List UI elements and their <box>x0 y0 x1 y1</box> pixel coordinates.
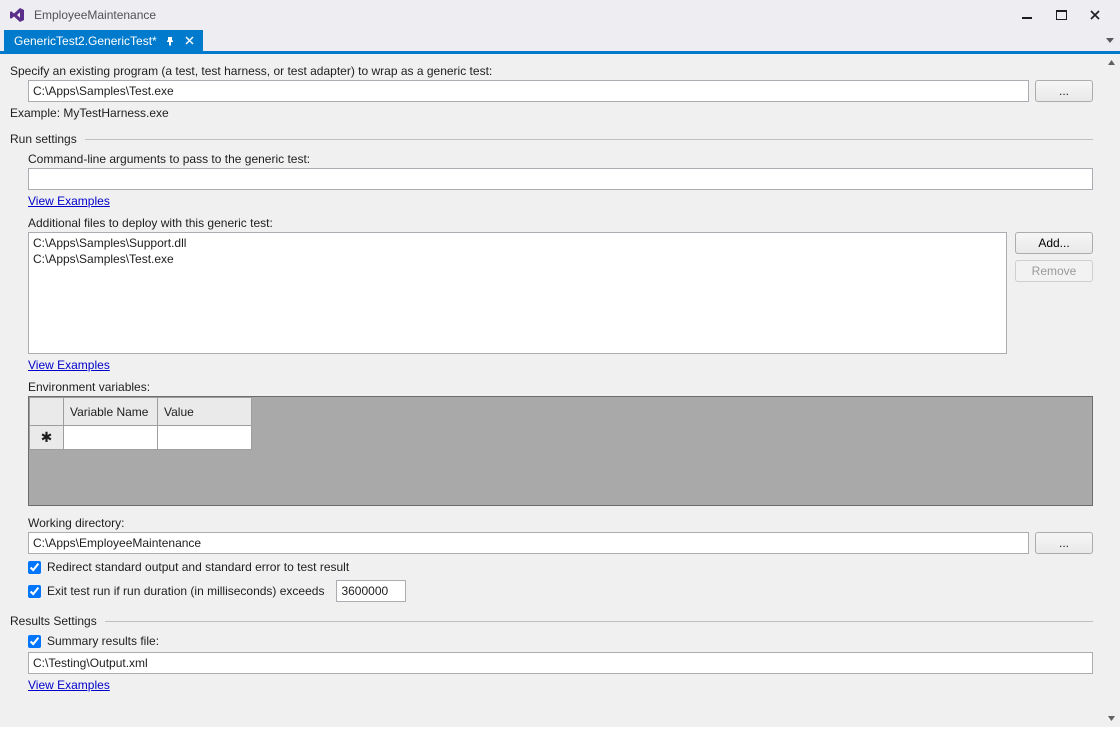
redirect-label: Redirect standard output and standard er… <box>47 560 349 574</box>
document-tab[interactable]: GenericTest2.GenericTest* <box>4 30 203 51</box>
program-browse-button[interactable]: ... <box>1035 80 1093 102</box>
redirect-checkbox[interactable] <box>28 561 41 574</box>
summary-checkbox[interactable] <box>28 635 41 648</box>
divider <box>105 621 1093 622</box>
env-col-name[interactable]: Variable Name <box>64 398 158 426</box>
close-button[interactable] <box>1078 2 1112 28</box>
tab-close-icon[interactable] <box>183 34 197 48</box>
scroll-down-icon[interactable] <box>1103 710 1120 727</box>
document-tab-label: GenericTest2.GenericTest* <box>14 34 157 48</box>
additional-files-label: Additional files to deploy with this gen… <box>28 216 1093 230</box>
vertical-scrollbar[interactable] <box>1103 54 1120 727</box>
cmdline-label: Command-line arguments to pass to the ge… <box>28 152 1093 166</box>
exit-checkbox[interactable] <box>28 585 41 598</box>
remove-file-button: Remove <box>1015 260 1093 282</box>
exit-duration-input[interactable] <box>336 580 406 602</box>
run-settings-heading: Run settings <box>10 132 77 146</box>
env-vars-label: Environment variables: <box>28 380 1093 394</box>
workdir-label: Working directory: <box>28 516 1093 530</box>
files-view-examples-link[interactable]: View Examples <box>28 358 110 372</box>
cmdline-input[interactable] <box>28 168 1093 190</box>
cmdline-view-examples-link[interactable]: View Examples <box>28 194 110 208</box>
title-bar: EmployeeMaintenance <box>0 0 1120 30</box>
program-path-input[interactable] <box>28 80 1029 102</box>
additional-files-listbox[interactable]: C:\Apps\Samples\Support.dll C:\Apps\Samp… <box>28 232 1007 354</box>
env-name-cell[interactable] <box>64 426 158 450</box>
list-item[interactable]: C:\Apps\Samples\Test.exe <box>33 251 1002 267</box>
document-tab-bar: GenericTest2.GenericTest* <box>0 30 1120 54</box>
visual-studio-icon <box>8 6 26 24</box>
new-row-icon: ✱ <box>30 426 64 450</box>
workdir-input[interactable] <box>28 532 1029 554</box>
divider <box>85 139 1093 140</box>
list-item[interactable]: C:\Apps\Samples\Support.dll <box>33 235 1002 251</box>
results-heading: Results Settings <box>10 614 97 628</box>
env-vars-grid[interactable]: Variable Name Value ✱ <box>28 396 1093 506</box>
scroll-up-icon[interactable] <box>1103 54 1120 71</box>
program-example: Example: MyTestHarness.exe <box>10 106 1093 120</box>
grid-corner <box>30 398 64 426</box>
program-label: Specify an existing program (a test, tes… <box>10 64 1093 78</box>
exit-label: Exit test run if run duration (in millis… <box>47 584 324 598</box>
env-col-value[interactable]: Value <box>158 398 252 426</box>
minimize-button[interactable] <box>1010 2 1044 28</box>
summary-label: Summary results file: <box>47 634 159 648</box>
maximize-button[interactable] <box>1044 2 1078 28</box>
tab-overflow-icon[interactable] <box>1100 30 1120 51</box>
pin-icon[interactable] <box>163 34 177 48</box>
add-file-button[interactable]: Add... <box>1015 232 1093 254</box>
results-view-examples-link[interactable]: View Examples <box>28 678 110 692</box>
summary-file-input[interactable] <box>28 652 1093 674</box>
editor-content: Specify an existing program (a test, tes… <box>0 54 1103 727</box>
window-title: EmployeeMaintenance <box>34 8 156 22</box>
workdir-browse-button[interactable]: ... <box>1035 532 1093 554</box>
env-value-cell[interactable] <box>158 426 252 450</box>
